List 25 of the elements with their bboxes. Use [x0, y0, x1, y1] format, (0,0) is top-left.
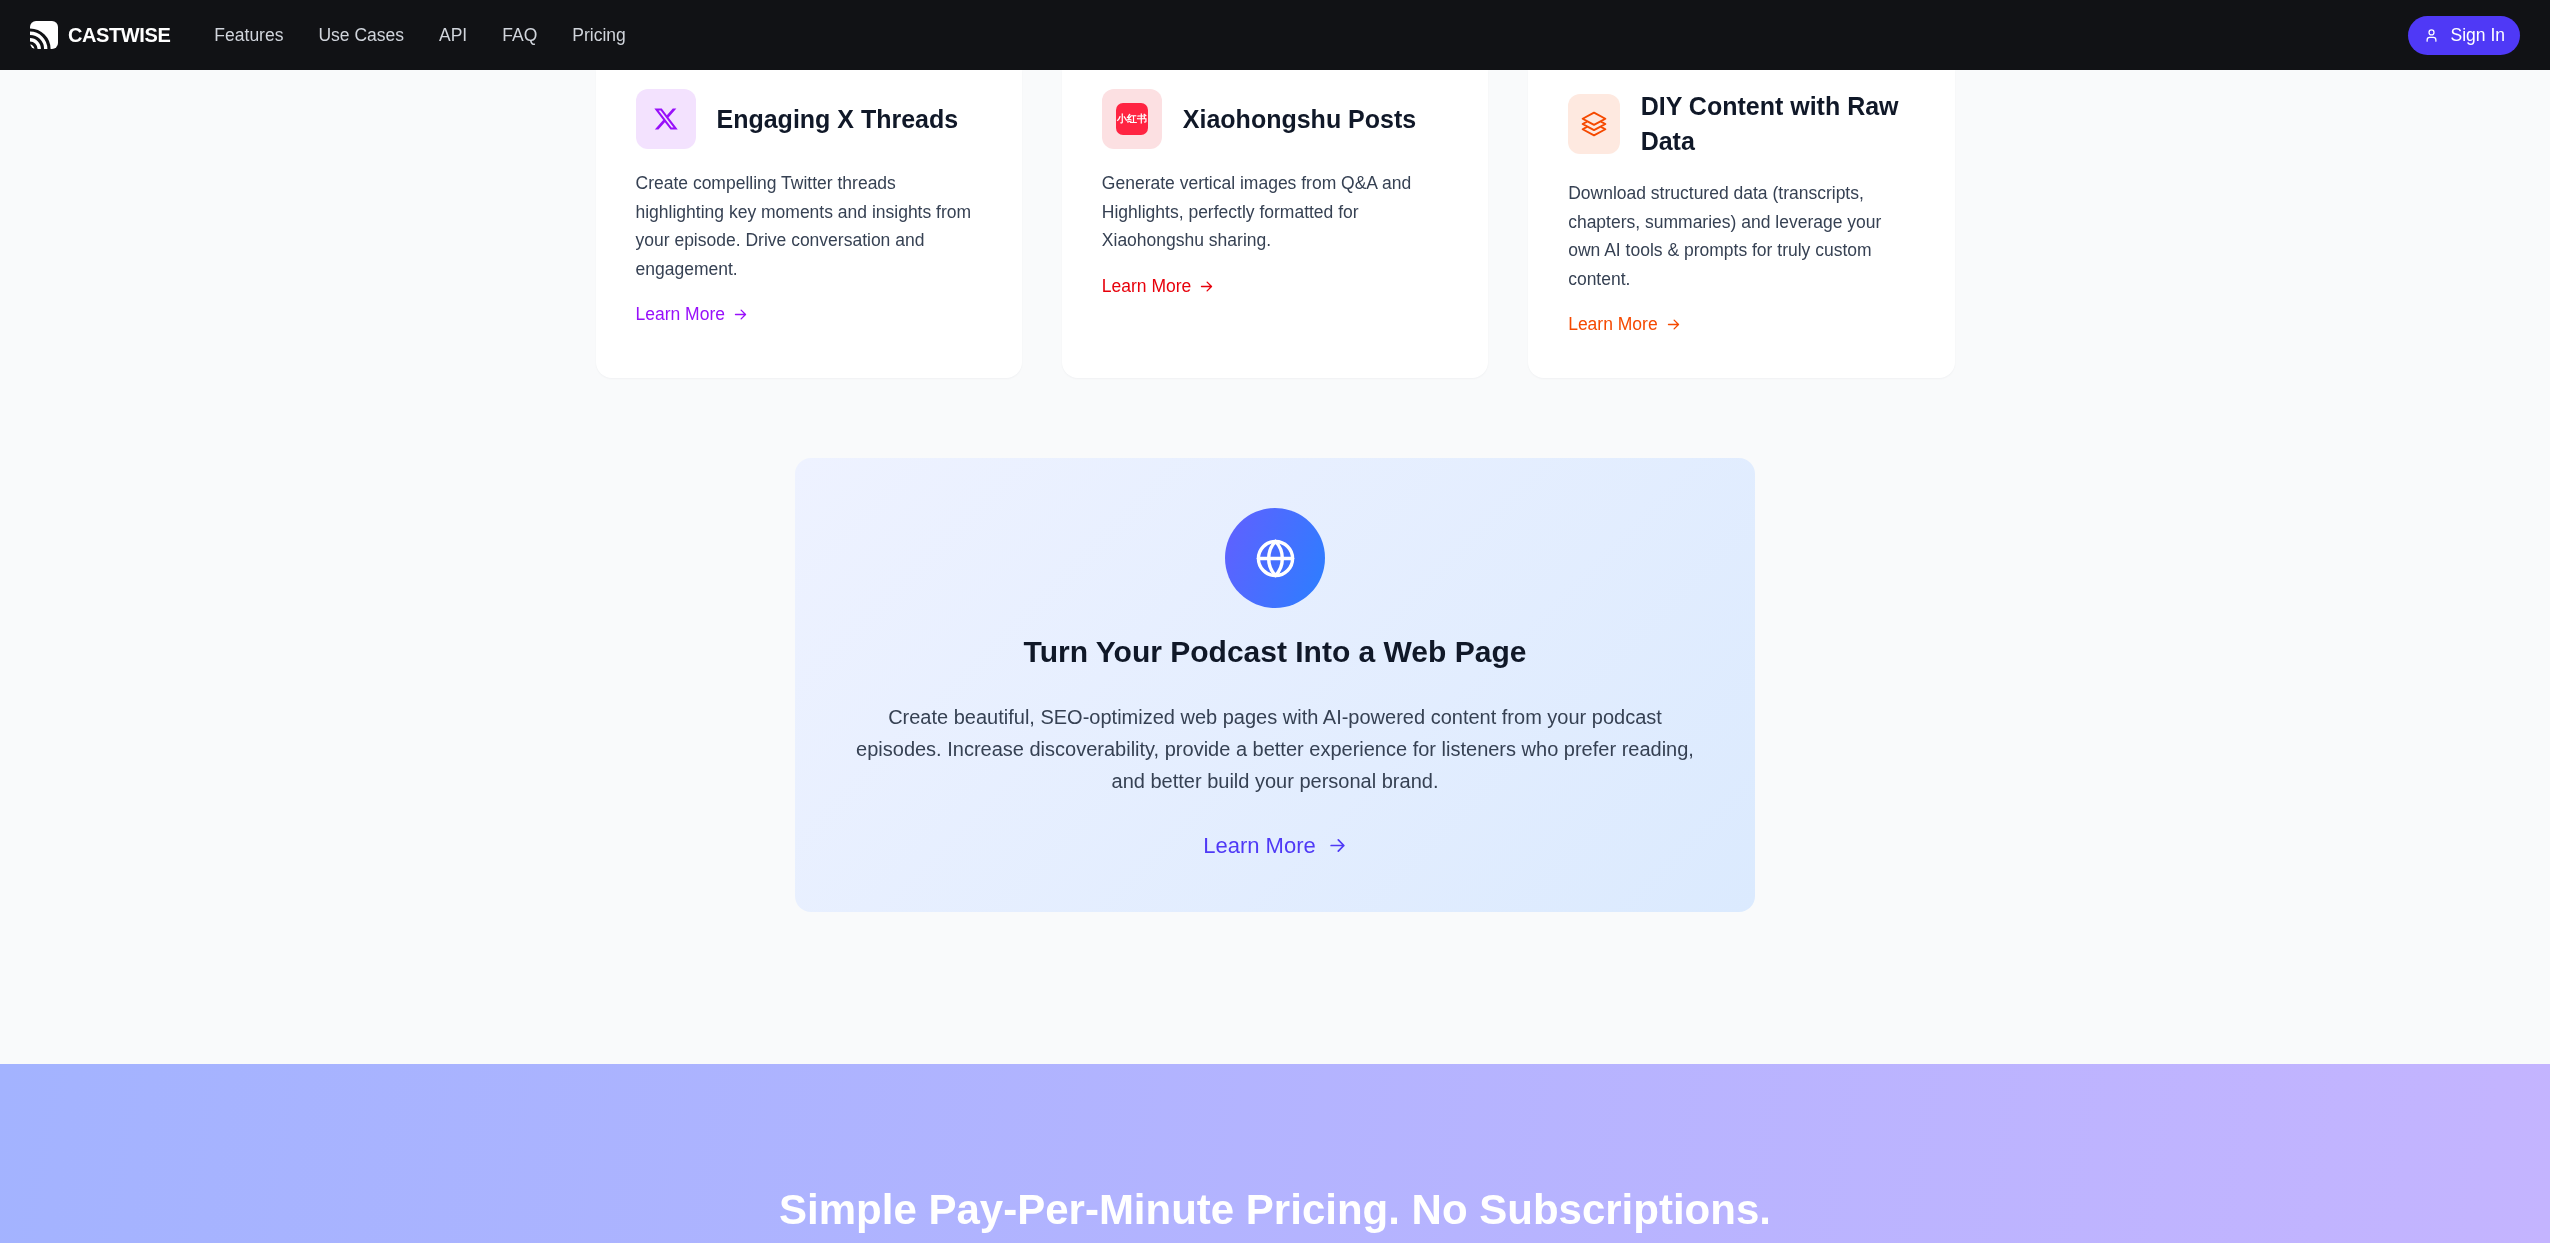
- card-description: Download structured data (transcripts, chapters, summaries) and leverage your own AI tools & prompts for truly custom content.: [1568, 182, 1883, 291]
- card-description: Generate vertical images from Q&A and Highlights, perfectly formatted for Xiaohongshu sharing.: [1101, 172, 1413, 253]
- card-title: Engaging X Threads: [716, 103, 959, 135]
- nav-link[interactable]: FAQ: [502, 21, 538, 49]
- learn-more-link[interactable]: Learn More: [1101, 272, 1215, 300]
- card-title: Xiaohongshu Posts: [1182, 103, 1417, 135]
- user-icon: [2423, 27, 2439, 43]
- x-logo-icon: [635, 89, 696, 149]
- nav-link[interactable]: Features: [214, 21, 284, 49]
- app-logo: 小红书: [1101, 89, 1162, 149]
- nav-link[interactable]: Use Cases: [318, 21, 404, 49]
- learn-more-link[interactable]: Learn More: [1568, 311, 1681, 339]
- learn-more-link[interactable]: Learn More: [1203, 829, 1347, 863]
- brand-name[interactable]: CASTWISE: [68, 25, 171, 45]
- panel-title: Turn Your Podcast Into a Web Page: [1022, 634, 1528, 671]
- panel-description: Create beautiful, SEO-optimized web pages with AI-powered content from your podcast episodes. Increase discoverability, provide a better experience for listeners who prefer reading, and better build your personal brand.: [855, 705, 1695, 795]
- nav-link[interactable]: Pricing: [572, 21, 626, 49]
- sign-in-button[interactable]: Sign In: [2407, 15, 2520, 55]
- layers-icon: [1568, 94, 1620, 154]
- nav-link[interactable]: API: [439, 21, 468, 49]
- card-description: Create compelling Twitter threads highlighting key moments and insights from your episode. Drive conversation and engagement.: [635, 172, 973, 281]
- learn-more-link[interactable]: Learn More: [635, 301, 748, 329]
- card-title: DIY Content with Raw Data: [1640, 91, 1900, 157]
- logo-icon[interactable]: [30, 21, 58, 49]
- pricing-heading: Simple Pay-Per-Minute Pricing. No Subscriptions.: [778, 1185, 1772, 1235]
